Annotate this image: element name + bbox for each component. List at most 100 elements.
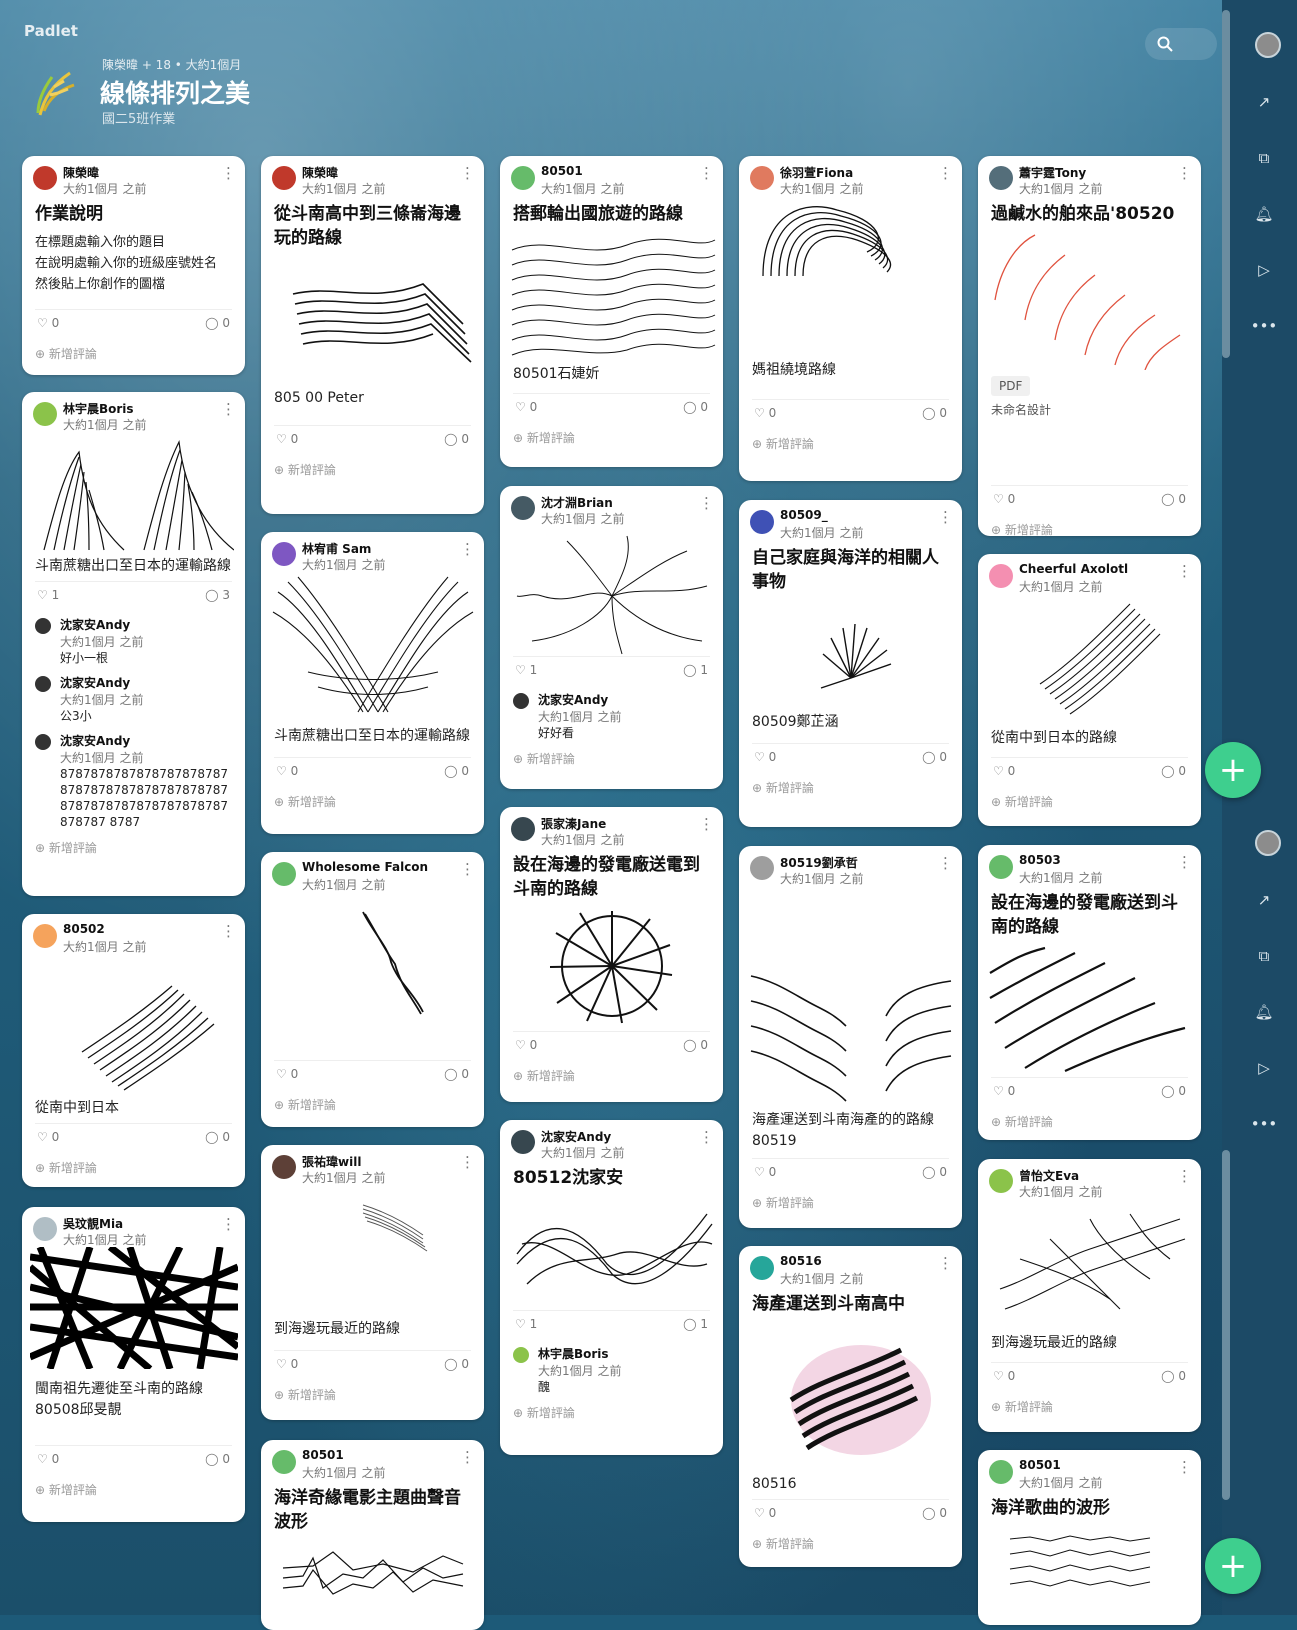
more-icon[interactable]: ⋮	[1177, 853, 1192, 871]
search-button[interactable]	[1145, 28, 1217, 60]
add-comment-button[interactable]: ⊕ 新增評論	[261, 1381, 484, 1409]
add-comment-button[interactable]: ⊕ 新增評論	[739, 774, 962, 802]
more-icon[interactable]: ⋮	[699, 815, 714, 833]
add-comment-button[interactable]: ⊕ 新增評論	[978, 1393, 1201, 1421]
more-icon[interactable]: ⋮	[460, 540, 475, 558]
post-card[interactable]: 80516 大約1個月 之前 ⋮ 海產運送到斗南高中 80516 ♡ 0 ◯ 0 …	[739, 1246, 962, 1567]
more-icon[interactable]: ⋮	[938, 854, 953, 872]
more-icon[interactable]: ⋮	[699, 1128, 714, 1146]
post-card[interactable]: 蕭宇霆Tony 大約1個月 之前 ⋮ 過鹹水的舶來品'80520 PDF 未命名…	[978, 156, 1201, 536]
like-button[interactable]: ♡ 0	[37, 1130, 59, 1144]
play-icon[interactable]: ▷	[1250, 256, 1278, 284]
add-comment-button[interactable]: ⊕ 新增評論	[22, 1476, 245, 1504]
like-button[interactable]: ♡ 1	[515, 663, 537, 677]
post-card[interactable]: 張家溱Jane 大約1個月 之前 ⋮ 設在海邊的發電廠送電到斗南的路線 ♡ 0 ◯…	[500, 807, 723, 1102]
post-card[interactable]: 沈才淵Brian 大約1個月 之前 ⋮ ♡ 1 ◯ 1 沈家安Andy 大約1個月 …	[500, 486, 723, 789]
avatar[interactable]	[1255, 830, 1281, 856]
like-button[interactable]: ♡ 1	[515, 1317, 537, 1331]
more-icon[interactable]: ⋮	[221, 1215, 236, 1233]
add-comment-button[interactable]: ⊕ 新增評論	[22, 1154, 245, 1182]
padlet-logo-text[interactable]: Padlet	[24, 22, 78, 40]
more-icon[interactable]: ⋮	[699, 164, 714, 182]
post-card[interactable]: 80501 大約1個月 之前 ⋮ 海洋歌曲的波形	[978, 1450, 1201, 1625]
like-button[interactable]: ♡ 0	[276, 432, 298, 446]
post-card[interactable]: Wholesome Falcon 大約1個月 之前 ⋮ ♡ 0 ◯ 0 ⊕ 新增評…	[261, 852, 484, 1127]
add-post-button[interactable]: +	[1205, 1538, 1261, 1594]
post-card[interactable]: 80503 大約1個月 之前 ⋮ 設在海邊的發電廠送到斗南的路線 ♡ 0 ◯ 0 …	[978, 845, 1201, 1140]
post-card[interactable]: 林宇晨Boris 大約1個月 之前 ⋮ 斗南蔗糖出口至日本的運輸路線 ♡ 1 ◯ …	[22, 392, 245, 896]
more-icon[interactable]: ⋮	[221, 922, 236, 940]
add-comment-button[interactable]: ⊕ 新增評論	[22, 834, 245, 862]
add-comment-button[interactable]: ⊕ 新增評論	[978, 788, 1201, 816]
like-button[interactable]: ♡ 0	[276, 1357, 298, 1371]
more-icon[interactable]: •••	[1250, 312, 1278, 340]
like-button[interactable]: ♡ 0	[276, 1067, 298, 1081]
add-comment-button[interactable]: ⊕ 新增評論	[22, 340, 245, 368]
more-icon[interactable]: ⋮	[221, 164, 236, 182]
like-button[interactable]: ♡ 0	[754, 750, 776, 764]
like-button[interactable]: ♡ 0	[993, 492, 1015, 506]
more-icon[interactable]: ⋮	[938, 164, 953, 182]
post-card[interactable]: 80519劉承哲 大約1個月 之前 ⋮ 海產運送到斗南海產的的路線 80519 …	[739, 846, 962, 1228]
post-card[interactable]: Cheerful Axolotl 大約1個月 之前 ⋮ 從南中到日本的路線 ♡ …	[978, 554, 1201, 826]
more-icon[interactable]: ⋮	[938, 1254, 953, 1272]
like-button[interactable]: ♡ 0	[515, 400, 537, 414]
post-card[interactable]: 陳榮暐 大約1個月 之前 ⋮ 從斗南高中到三條崙海邊玩的路線 805 00 Pe…	[261, 156, 484, 514]
post-card[interactable]: 80509_ 大約1個月 之前 ⋮ 自己家庭與海洋的相關人事物 80509鄭芷涵…	[739, 500, 962, 827]
more-icon[interactable]: ⋮	[699, 494, 714, 512]
more-icon[interactable]: ⋮	[460, 164, 475, 182]
like-button[interactable]: ♡ 1	[37, 588, 59, 602]
remake-icon[interactable]: ⧉	[1250, 942, 1278, 970]
more-icon[interactable]: •••	[1250, 1110, 1278, 1138]
add-comment-button[interactable]: ⊕ 新增評論	[500, 1399, 723, 1427]
post-card[interactable]: 80501 大約1個月 之前 ⋮ 搭郵輪出國旅遊的路線 80501石婕妡 ♡ 0…	[500, 156, 723, 467]
bell-icon[interactable]: 🔔︎	[1250, 200, 1278, 228]
post-card[interactable]: 80502 大約1個月 之前 ⋮ 從南中到日本 ♡ 0 ◯ 0 ⊕ 新增評論	[22, 914, 245, 1187]
more-icon[interactable]: ⋮	[221, 400, 236, 418]
post-card[interactable]: 沈家安Andy 大約1個月 之前 ⋮ 80512沈家安 ♡ 1 ◯ 1 林宇晨Bo…	[500, 1120, 723, 1455]
like-button[interactable]: ♡ 0	[754, 1506, 776, 1520]
post-card[interactable]: 林宥甫 Sam 大約1個月 之前 ⋮ 斗南蔗糖出口至日本的運輸路線 ♡ 0 ◯ 0…	[261, 532, 484, 834]
add-comment-button[interactable]: ⊕ 新增評論	[261, 788, 484, 816]
more-icon[interactable]: ⋮	[938, 508, 953, 526]
add-comment-button[interactable]: ⊕ 新增評論	[261, 1091, 484, 1119]
post-card[interactable]: 曾怡文Eva 大約1個月 之前 ⋮ 到海邊玩最近的路線 ♡ 0 ◯ 0 ⊕ 新增評…	[978, 1159, 1201, 1432]
scrollbar-thumb[interactable]	[1222, 1150, 1230, 1500]
more-icon[interactable]: ⋮	[1177, 562, 1192, 580]
add-comment-button[interactable]: ⊕ 新增評論	[500, 424, 723, 452]
more-icon[interactable]: ⋮	[460, 1448, 475, 1466]
more-icon[interactable]: ⋮	[1177, 164, 1192, 182]
like-button[interactable]: ♡ 0	[754, 1165, 776, 1179]
post-card[interactable]: 陳榮暐 大約1個月 之前 ⋮ 作業說明 在標題處輸入你的題目 在說明處輸入你的班…	[22, 156, 245, 375]
like-button[interactable]: ♡ 0	[993, 1084, 1015, 1098]
more-icon[interactable]: ⋮	[460, 860, 475, 878]
add-post-button[interactable]: +	[1205, 742, 1261, 798]
like-button[interactable]: ♡ 0	[276, 764, 298, 778]
share-icon[interactable]: ↗	[1250, 88, 1278, 116]
remake-icon[interactable]: ⧉	[1250, 144, 1278, 172]
like-button[interactable]: ♡ 0	[515, 1038, 537, 1052]
scrollbar-thumb[interactable]	[1222, 10, 1230, 358]
like-button[interactable]: ♡ 0	[37, 316, 59, 330]
add-comment-button[interactable]: ⊕ 新增評論	[500, 1062, 723, 1090]
more-icon[interactable]: ⋮	[460, 1153, 475, 1171]
play-icon[interactable]: ▷	[1250, 1054, 1278, 1082]
more-icon[interactable]: ⋮	[1177, 1458, 1192, 1476]
post-card[interactable]: 張祐瑋will 大約1個月 之前 ⋮ 到海邊玩最近的路線 ♡ 0 ◯ 0 ⊕ 新增…	[261, 1145, 484, 1420]
like-button[interactable]: ♡ 0	[993, 1369, 1015, 1383]
like-button[interactable]: ♡ 0	[993, 764, 1015, 778]
add-comment-button[interactable]: ⊕ 新增評論	[739, 430, 962, 458]
add-comment-button[interactable]: ⊕ 新增評論	[261, 456, 484, 484]
like-button[interactable]: ♡ 0	[37, 1452, 59, 1466]
bell-icon[interactable]: 🔔︎	[1250, 998, 1278, 1026]
post-card[interactable]: 80501 大約1個月 之前 ⋮ 海洋奇緣電影主題曲聲音波形	[261, 1440, 484, 1630]
more-icon[interactable]: ⋮	[1177, 1167, 1192, 1185]
add-comment-button[interactable]: ⊕ 新增評論	[739, 1530, 962, 1558]
add-comment-button[interactable]: ⊕ 新增評論	[978, 516, 1201, 536]
avatar[interactable]	[1255, 32, 1281, 58]
post-card[interactable]: 吳玟靚Mia 大約1個月 之前 ⋮ 閩南祖先遷徙至斗南的路線 80508邱旻靚 …	[22, 1207, 245, 1522]
post-card[interactable]: 徐羽萱Fiona 大約1個月 之前 ⋮ 媽祖繞境路線 ♡ 0 ◯ 0 ⊕ 新增評論	[739, 156, 962, 481]
share-icon[interactable]: ↗	[1250, 886, 1278, 914]
add-comment-button[interactable]: ⊕ 新增評論	[739, 1189, 962, 1217]
add-comment-button[interactable]: ⊕ 新增評論	[500, 745, 723, 773]
